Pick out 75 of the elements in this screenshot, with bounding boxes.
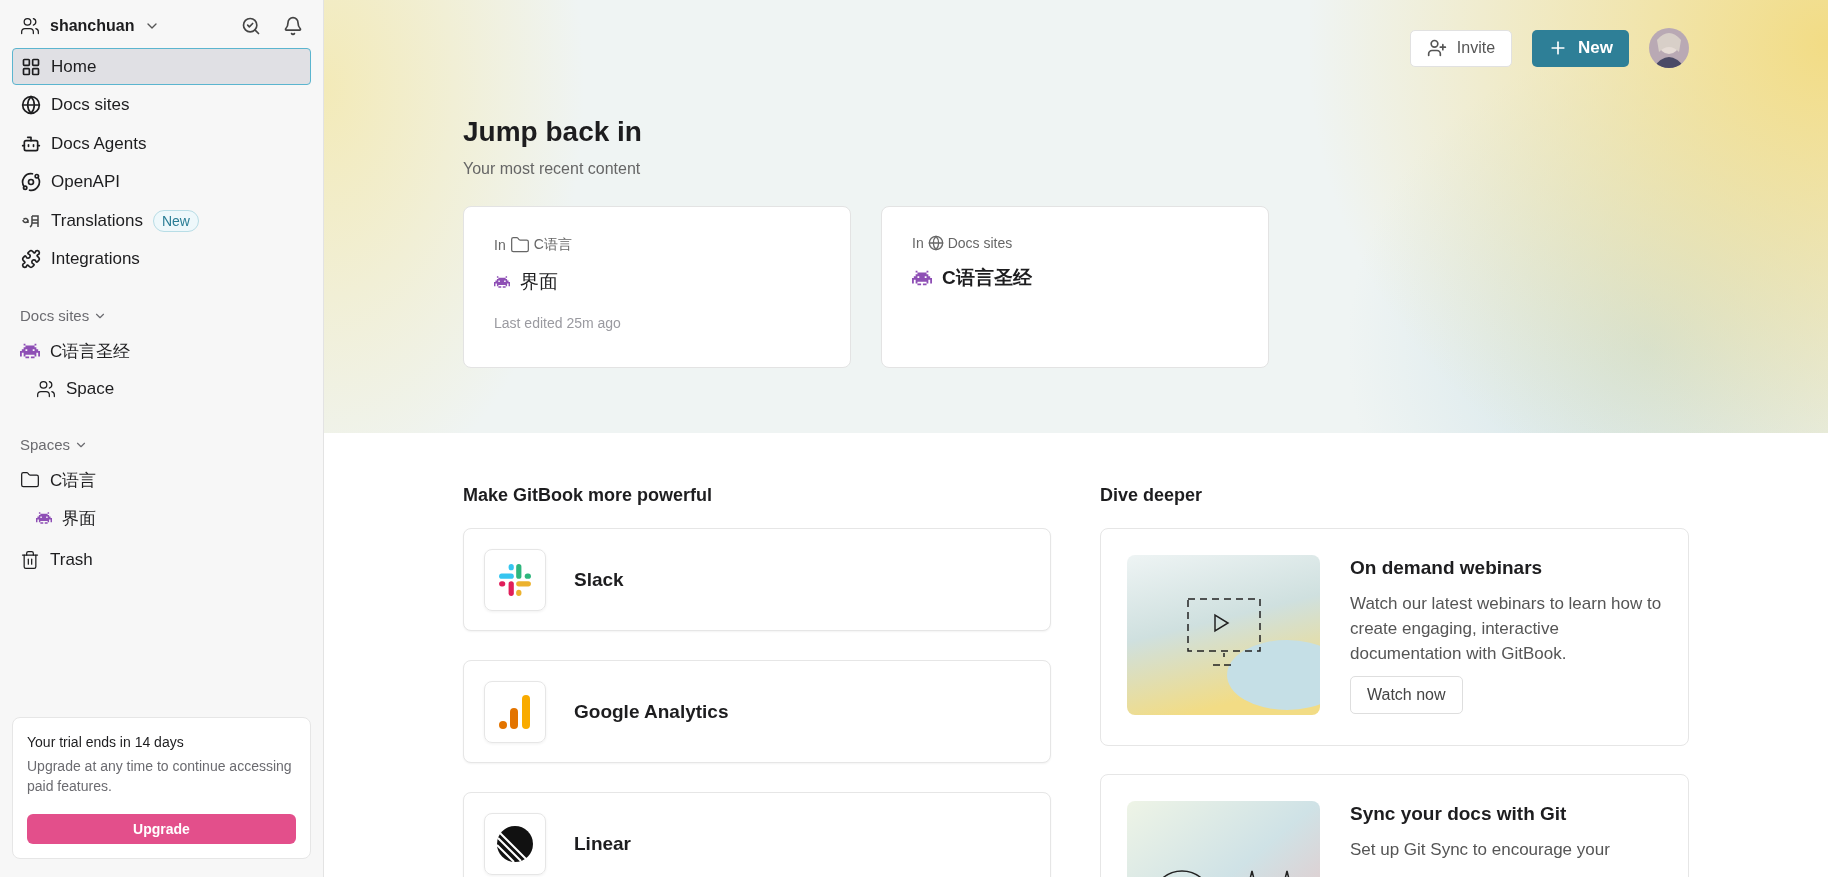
last-edited: Last edited 25m ago bbox=[494, 315, 622, 331]
nav-label: Home bbox=[51, 56, 97, 77]
tree-item[interactable]: C语言圣经 bbox=[12, 332, 311, 370]
striped-circle-logo-icon bbox=[496, 824, 534, 863]
nav-label: Integrations bbox=[51, 249, 140, 269]
section-title: Jump back in bbox=[463, 116, 643, 148]
recent-title: C语言圣经 bbox=[942, 266, 1032, 290]
section-title: Dive deeper bbox=[1100, 485, 1204, 506]
tree-item[interactable]: C语言 bbox=[12, 461, 311, 499]
integration-card[interactable]: Slack bbox=[463, 528, 1051, 631]
upgrade-button[interactable]: Upgrade bbox=[27, 814, 296, 844]
nav-item[interactable]: Home bbox=[12, 48, 311, 85]
watch-now-button[interactable]: Watch now bbox=[1350, 676, 1463, 714]
location-prefix: In bbox=[912, 235, 924, 251]
tree-item[interactable]: 界面 bbox=[12, 499, 311, 537]
nav-label: Docs Agents bbox=[51, 133, 147, 154]
integration-card[interactable]: Linear bbox=[463, 792, 1051, 877]
integration-card[interactable]: Google Analytics bbox=[463, 660, 1051, 763]
resource-text: Watch our latest webinars to learn how to create engaging, interactive documentation with GitBook. bbox=[1350, 593, 1662, 665]
nav-label: Docs sites bbox=[51, 95, 130, 115]
bar-chart-logo-icon bbox=[497, 692, 533, 731]
nav-label: OpenAPI bbox=[51, 172, 120, 192]
nav-label: Translations bbox=[51, 210, 143, 231]
new-badge: New bbox=[152, 209, 199, 232]
recent-title: 界面 bbox=[520, 270, 558, 294]
integration-name: Google Analytics bbox=[574, 700, 729, 723]
recent-card[interactable]: In Docs sites C语言圣经 bbox=[881, 206, 1269, 368]
user-icon bbox=[20, 16, 40, 36]
nav-item[interactable]: OpenAPI bbox=[12, 163, 311, 201]
section-subtitle: Your most recent content bbox=[463, 160, 642, 178]
users-icon bbox=[36, 379, 56, 399]
user-plus-icon bbox=[1426, 38, 1447, 58]
trial-text: Upgrade at any time to continue accessing paid features. bbox=[27, 757, 293, 796]
new-button[interactable]: New bbox=[1532, 29, 1629, 67]
tree-item[interactable]: Space bbox=[12, 370, 311, 408]
invader-icon bbox=[912, 268, 932, 288]
resource-title: On demand webinars bbox=[1350, 557, 1544, 579]
invader-icon bbox=[494, 274, 510, 290]
globe-icon bbox=[927, 235, 944, 251]
folder-icon bbox=[509, 235, 530, 255]
section-header[interactable]: Docs sites bbox=[12, 307, 311, 324]
resource-text: Set up Git Sync to encourage your bbox=[1350, 839, 1610, 861]
nav-item[interactable]: Docs sites bbox=[12, 86, 311, 124]
location-label: C语言 bbox=[533, 236, 572, 254]
tree-label: C语言圣经 bbox=[50, 340, 131, 363]
tree-label: Space bbox=[66, 379, 115, 399]
ai-search-icon[interactable] bbox=[241, 16, 261, 36]
trash-icon bbox=[20, 550, 40, 570]
nav-item[interactable]: Integrations bbox=[12, 240, 311, 278]
invader-icon bbox=[36, 510, 52, 526]
tree-label: Trash bbox=[50, 550, 93, 570]
location-prefix: In bbox=[494, 237, 506, 253]
resource-title: Sync your docs with Git bbox=[1350, 803, 1568, 825]
grid-icon bbox=[21, 56, 41, 77]
section-header[interactable]: Spaces bbox=[12, 436, 311, 453]
bell-icon[interactable] bbox=[283, 16, 303, 36]
trial-title: Your trial ends in 14 days bbox=[27, 734, 185, 750]
folder-icon bbox=[20, 470, 40, 490]
puzzle-icon bbox=[21, 249, 41, 269]
workspace-name[interactable]: shanchuan bbox=[50, 17, 135, 35]
invite-button[interactable]: Invite bbox=[1409, 29, 1513, 67]
invader-icon bbox=[20, 341, 40, 361]
tree-label: 界面 bbox=[62, 507, 96, 530]
tree-label: C语言 bbox=[50, 469, 97, 492]
trash-item[interactable]: Trash bbox=[12, 541, 311, 579]
integration-name: Slack bbox=[574, 568, 624, 591]
nav-item[interactable]: Translations New bbox=[12, 202, 311, 239]
translate-icon bbox=[21, 212, 41, 229]
globe-icon bbox=[21, 95, 41, 115]
orbit-icon bbox=[21, 172, 41, 192]
section-title: Make GitBook more powerful bbox=[463, 485, 714, 506]
nav-item[interactable]: Docs Agents bbox=[12, 125, 311, 162]
location-label: Docs sites bbox=[947, 235, 1013, 251]
recent-card[interactable]: In C语言 界面 Last edited 25m ago bbox=[463, 206, 851, 368]
integration-name: Linear bbox=[574, 832, 632, 855]
